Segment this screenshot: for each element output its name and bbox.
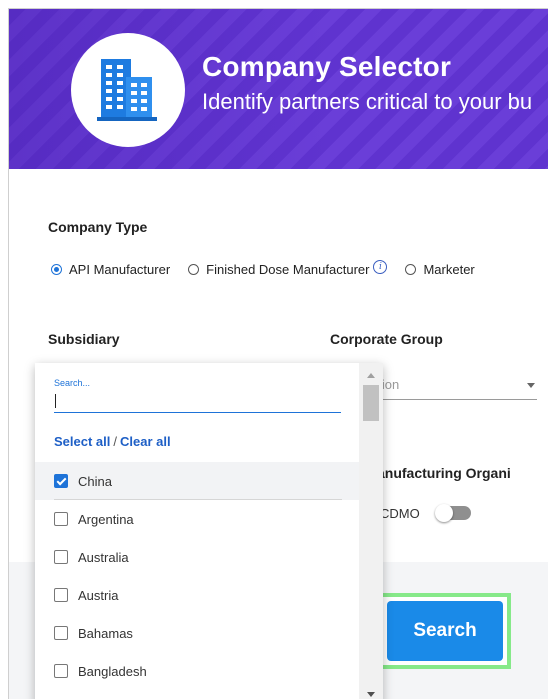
- cdmo-toggle[interactable]: [435, 504, 471, 522]
- list-item-label: Bahamas: [78, 625, 133, 641]
- select-clear-links: Select all / Clear all: [54, 434, 171, 449]
- checkbox[interactable]: [54, 626, 68, 640]
- subsidiary-option-list: China Argentina Australia Austria Bahama…: [35, 462, 359, 690]
- logo-badge: [71, 33, 185, 147]
- radio-dot-selected: [51, 264, 62, 275]
- list-item-argentina[interactable]: Argentina: [35, 500, 359, 538]
- radio-dot: [188, 264, 200, 275]
- checkbox[interactable]: [54, 512, 68, 526]
- text-cursor: [55, 394, 56, 408]
- info-icon[interactable]: i: [373, 259, 388, 274]
- checkbox[interactable]: [54, 664, 68, 678]
- scrollbar-thumb[interactable]: [363, 385, 379, 421]
- radio-label: Marketer: [423, 262, 475, 277]
- list-item-label: Bangladesh: [78, 663, 147, 679]
- list-item-australia[interactable]: Australia: [35, 538, 359, 576]
- corporate-group-label: Corporate Group: [330, 331, 443, 347]
- search-button-highlight: Search: [379, 593, 511, 669]
- subsidiary-label: Subsidiary: [48, 331, 120, 347]
- dropdown-scrollbar[interactable]: [359, 363, 383, 699]
- checkbox-checked[interactable]: [54, 474, 68, 488]
- select-all-link[interactable]: Select all: [54, 434, 110, 449]
- page-subtitle: Identify partners critical to your bu: [202, 89, 533, 114]
- company-type-radio-group: API Manufacturer Finished Dose Manufactu…: [51, 259, 493, 277]
- link-separator: /: [113, 434, 117, 449]
- radio-label: API Manufacturer: [69, 262, 171, 277]
- clear-all-link[interactable]: Clear all: [120, 434, 171, 449]
- buildings-icon: [97, 59, 157, 121]
- checkbox[interactable]: [54, 550, 68, 564]
- scroll-down-arrow-icon[interactable]: [367, 692, 375, 697]
- list-item-china[interactable]: China: [35, 462, 359, 500]
- dropdown-search-input[interactable]: [54, 390, 341, 413]
- scroll-up-arrow-icon[interactable]: [367, 373, 375, 378]
- list-item-bahamas[interactable]: Bahamas: [35, 614, 359, 652]
- radio-api-manufacturer[interactable]: API Manufacturer: [51, 262, 170, 277]
- list-item-bangladesh[interactable]: Bangladesh: [35, 652, 359, 690]
- dropdown-search-label: Search...: [54, 378, 91, 388]
- list-item-label: Austria: [78, 587, 119, 603]
- chevron-down-icon: [527, 383, 535, 388]
- list-item-austria[interactable]: Austria: [35, 576, 359, 614]
- company-type-label: Company Type: [48, 219, 148, 235]
- list-item-label: Australia: [78, 549, 129, 565]
- subsidiary-dropdown: Search... Select all / Clear all China Arg…: [35, 363, 383, 699]
- radio-dot: [405, 264, 417, 275]
- search-button[interactable]: Search: [387, 601, 503, 661]
- app-frame: Company Selector Identify partners criti…: [8, 8, 548, 699]
- hero-banner: Company Selector Identify partners criti…: [9, 9, 548, 169]
- list-item-label: Argentina: [78, 511, 134, 527]
- toggle-knob: [435, 504, 453, 522]
- list-item-label: China: [78, 473, 112, 489]
- radio-label: Finished Dose Manufacturer: [206, 262, 370, 277]
- checkbox[interactable]: [54, 588, 68, 602]
- radio-finished-dose-manufacturer[interactable]: Finished Dose Manufacturer i: [188, 259, 388, 277]
- page-title: Company Selector: [202, 51, 452, 82]
- radio-marketer[interactable]: Marketer: [405, 262, 475, 277]
